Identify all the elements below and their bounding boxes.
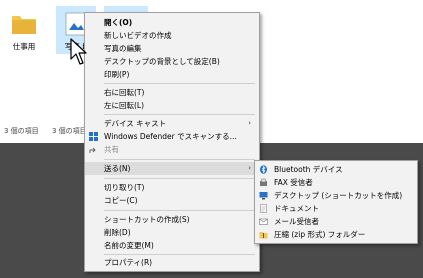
mouse-pointer-icon bbox=[70, 38, 87, 65]
menu-separator bbox=[104, 159, 255, 160]
send-to-label: Bluetooth デバイス bbox=[274, 165, 343, 174]
documents-icon bbox=[260, 204, 267, 213]
menu-item-edit-photo[interactable]: 写真の編集 bbox=[85, 42, 259, 55]
chevron-right-icon: › bbox=[248, 164, 251, 172]
send-to-item-zip[interactable]: 圧縮 (zip 形式) フォルダー bbox=[255, 228, 417, 241]
send-to-item-desktop[interactable]: デスクトップ (ショートカットを作成) bbox=[255, 189, 417, 202]
status-text: 3 個の項目 bbox=[4, 127, 39, 135]
menu-separator bbox=[104, 114, 255, 115]
menu-item-open[interactable]: 開く(O) bbox=[85, 16, 259, 29]
menu-item-cut[interactable]: 切り取り(T) bbox=[85, 181, 259, 194]
send-to-label: ドキュメント bbox=[274, 204, 319, 213]
send-to-item-mail[interactable]: メール受信者 bbox=[255, 215, 417, 228]
send-to-label: メール受信者 bbox=[274, 217, 319, 226]
send-to-label: 圧縮 (zip 形式) フォルダー bbox=[274, 230, 366, 239]
menu-item-delete[interactable]: 削除(D) bbox=[85, 226, 259, 239]
folder-label: 仕事用 bbox=[12, 42, 36, 51]
defender-label: Windows Defender でスキャンする... bbox=[104, 132, 237, 141]
send-to-label: デスクトップ (ショートカットを作成) bbox=[274, 191, 403, 200]
send-to-item-documents[interactable]: ドキュメント bbox=[255, 202, 417, 215]
menu-item-copy[interactable]: コピー(C) bbox=[85, 194, 259, 207]
folder-item[interactable]: 仕事用 bbox=[4, 6, 44, 54]
menu-item-rename[interactable]: 名前の変更(M) bbox=[85, 239, 259, 252]
send-to-label: 送る(N) bbox=[104, 164, 131, 173]
windows-defender-icon bbox=[89, 132, 98, 141]
fax-icon bbox=[260, 178, 267, 186]
menu-item-share[interactable]: 共有 bbox=[85, 143, 259, 156]
menu-item-print[interactable]: 印刷(P) bbox=[85, 68, 259, 81]
menu-separator bbox=[104, 210, 255, 211]
chevron-right-icon: › bbox=[248, 119, 251, 127]
send-to-item-bluetooth[interactable]: Bluetooth デバイス bbox=[255, 163, 417, 176]
send-to-item-fax[interactable]: FAX 受信者 bbox=[255, 176, 417, 189]
menu-separator bbox=[104, 83, 255, 84]
menu-separator bbox=[104, 254, 255, 255]
send-to-label: FAX 受信者 bbox=[274, 178, 313, 187]
bluetooth-icon bbox=[260, 165, 267, 174]
menu-item-defender[interactable]: Windows Defender でスキャンする... bbox=[85, 130, 259, 143]
context-menu: 開く(O) 新しいビデオの作成 写真の編集 デスクトップの背景として設定(B) … bbox=[84, 12, 260, 272]
menu-item-new-video[interactable]: 新しいビデオの作成 bbox=[85, 29, 259, 42]
send-to-submenu: Bluetooth デバイス FAX 受信者 デスクトップ (ショートカットを作… bbox=[254, 160, 418, 244]
desktop-icon bbox=[259, 192, 268, 200]
mail-icon bbox=[259, 218, 268, 225]
share-label: 共有 bbox=[104, 145, 119, 154]
menu-item-rotate-left[interactable]: 左に回転(L) bbox=[85, 99, 259, 112]
menu-separator bbox=[104, 178, 255, 179]
menu-item-send-to[interactable]: 送る(N) › bbox=[85, 162, 259, 175]
menu-item-create-shortcut[interactable]: ショートカットの作成(S) bbox=[85, 213, 259, 226]
menu-item-rotate-right[interactable]: 右に回転(T) bbox=[85, 86, 259, 99]
zip-folder-icon bbox=[259, 232, 268, 239]
folder-icon bbox=[12, 16, 36, 34]
status-text-2: 3 個の項目 bbox=[52, 127, 87, 135]
menu-item-properties[interactable]: プロパティ(R) bbox=[85, 256, 259, 269]
cast-label: デバイス キャスト bbox=[104, 119, 167, 128]
menu-item-cast[interactable]: デバイス キャスト › bbox=[85, 117, 259, 130]
menu-item-set-desktop[interactable]: デスクトップの背景として設定(B) bbox=[85, 55, 259, 68]
share-icon bbox=[89, 147, 96, 153]
